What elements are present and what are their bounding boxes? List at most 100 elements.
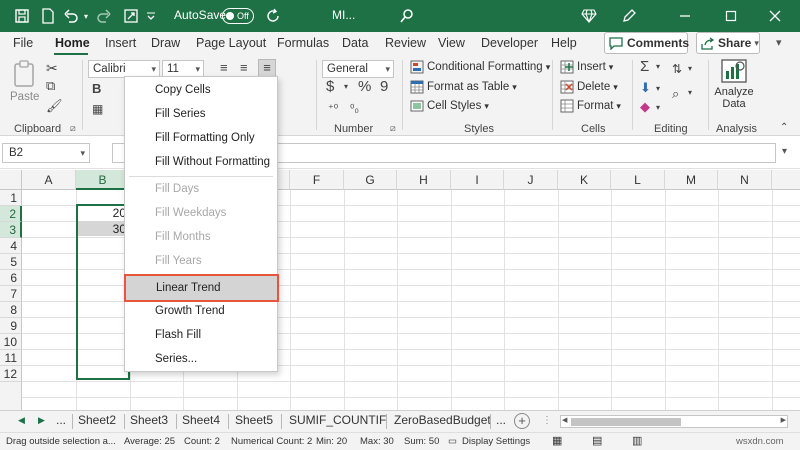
- insert-cells-button[interactable]: Insert ▾: [560, 60, 613, 74]
- find-select-icon[interactable]: ⌕: [672, 86, 679, 102]
- align-top-icon[interactable]: ≡: [220, 60, 228, 75]
- scroll-left-arrow-icon[interactable]: ◀: [562, 416, 567, 424]
- tab-page-layout[interactable]: Page Layout: [196, 36, 266, 50]
- paste-button[interactable]: Paste: [10, 60, 39, 103]
- tab-draw[interactable]: Draw: [151, 36, 180, 50]
- tab-formulas[interactable]: Formulas: [277, 36, 329, 50]
- row-header-5[interactable]: 5: [0, 254, 22, 270]
- align-middle-icon[interactable]: ≡: [240, 60, 248, 75]
- sheet-tab-sheet3[interactable]: Sheet3: [130, 413, 168, 427]
- document-title[interactable]: MI...: [332, 8, 355, 22]
- page-layout-view-icon[interactable]: ▤: [592, 434, 602, 447]
- column-header-i[interactable]: I: [451, 170, 504, 190]
- chevron-down-icon[interactable]: ▾: [688, 64, 692, 73]
- sheet-tab-sheet2[interactable]: Sheet2: [78, 413, 116, 427]
- search-icon[interactable]: [398, 6, 416, 26]
- sheet-tabs-more-right[interactable]: ...: [496, 413, 506, 427]
- autosave-toggle[interactable]: Off: [222, 8, 254, 24]
- tab-file[interactable]: File: [13, 36, 33, 50]
- display-settings-icon[interactable]: ▭: [448, 436, 457, 447]
- scroll-sheets-right-icon[interactable]: ▶: [38, 415, 45, 426]
- format-as-table-button[interactable]: Format as Table ▾: [410, 80, 517, 94]
- autosum-icon[interactable]: Σ: [640, 58, 649, 75]
- menu-item-flash-fill[interactable]: Flash Fill: [125, 323, 277, 347]
- scroll-right-arrow-icon[interactable]: ▶: [781, 416, 786, 424]
- close-icon[interactable]: [766, 6, 784, 26]
- column-header-n[interactable]: N: [718, 170, 772, 190]
- column-header-f[interactable]: F: [290, 170, 344, 190]
- currency-dropdown-icon[interactable]: ▾: [344, 82, 348, 91]
- column-header-l[interactable]: L: [611, 170, 665, 190]
- horizontal-scrollbar[interactable]: ◀ ▶: [560, 415, 788, 428]
- sheet-tab-sheet5[interactable]: Sheet5: [235, 413, 273, 427]
- share-dropdown-icon[interactable]: ▾: [754, 38, 759, 49]
- menu-item-growth-trend[interactable]: Growth Trend: [125, 299, 277, 323]
- row-header-11[interactable]: 11: [0, 350, 22, 366]
- new-document-icon[interactable]: [38, 6, 58, 26]
- menu-item-linear-trend[interactable]: Linear Trend: [124, 274, 279, 302]
- restore-icon[interactable]: [722, 6, 740, 26]
- chevron-down-icon[interactable]: ▾: [656, 84, 660, 93]
- expand-formula-bar-icon[interactable]: ▾: [782, 146, 787, 157]
- worksheet-grid[interactable]: A B C D E F G H I J K L M N 1 2 3 4 5 6 …: [0, 170, 800, 410]
- row-header-7[interactable]: 7: [0, 286, 22, 302]
- bold-button[interactable]: B: [92, 81, 101, 96]
- chevron-down-icon[interactable]: ▾: [656, 62, 660, 71]
- comma-style-button[interactable]: 9: [380, 78, 388, 95]
- sheet-tab-zerobasedbudget[interactable]: ZeroBasedBudget: [394, 413, 491, 427]
- display-settings-button[interactable]: Display Settings: [462, 436, 530, 447]
- status-min[interactable]: Min: 20: [316, 436, 347, 447]
- column-header-b[interactable]: B: [76, 170, 130, 190]
- column-header-m[interactable]: M: [665, 170, 718, 190]
- row-header-3[interactable]: 3: [0, 222, 22, 238]
- align-bottom-icon[interactable]: ≡: [258, 59, 276, 77]
- format-cells-button[interactable]: Format ▾: [560, 99, 621, 113]
- sheet-tab-sheet4[interactable]: Sheet4: [182, 413, 220, 427]
- name-box[interactable]: B2 ▾: [2, 143, 90, 163]
- menu-item-copy-cells[interactable]: Copy Cells: [125, 78, 277, 102]
- undo-icon[interactable]: [62, 6, 80, 26]
- comments-button[interactable]: Comments: [604, 32, 689, 54]
- percent-button[interactable]: %: [358, 78, 371, 95]
- status-count[interactable]: Count: 2: [184, 436, 220, 447]
- status-numerical-count[interactable]: Numerical Count: 2: [231, 436, 312, 447]
- scrollbar-thumb[interactable]: [571, 418, 681, 426]
- add-sheet-button[interactable]: +: [514, 413, 530, 429]
- number-launcher-icon[interactable]: ⧄: [390, 123, 396, 134]
- increase-decimal-icon[interactable]: ⁺⁰: [328, 102, 338, 115]
- row-header-1[interactable]: 1: [0, 190, 22, 206]
- tab-data[interactable]: Data: [342, 36, 368, 50]
- scroll-sheets-left-icon[interactable]: ◀: [18, 415, 25, 426]
- currency-button[interactable]: $: [326, 78, 334, 95]
- tab-split-handle-icon[interactable]: ⋮: [542, 415, 552, 426]
- column-header-a[interactable]: A: [22, 170, 76, 190]
- number-format-dropdown[interactable]: General ▾: [322, 60, 394, 78]
- clipboard-launcher-icon[interactable]: ⧄: [70, 123, 76, 134]
- minimize-icon[interactable]: [676, 6, 694, 26]
- tab-insert[interactable]: Insert: [105, 36, 136, 50]
- menu-item-fill-series[interactable]: Fill Series: [125, 102, 277, 126]
- status-max[interactable]: Max: 30: [360, 436, 394, 447]
- tab-review[interactable]: Review: [385, 36, 426, 50]
- tab-help[interactable]: Help: [551, 36, 577, 50]
- customize-toolbar-icon[interactable]: [144, 6, 158, 26]
- fill-icon[interactable]: ⬇: [640, 80, 651, 96]
- select-all-corner[interactable]: [0, 170, 22, 190]
- row-header-9[interactable]: 9: [0, 318, 22, 334]
- cut-icon[interactable]: ✂: [46, 60, 58, 77]
- row-header-12[interactable]: 12: [0, 366, 22, 382]
- row-header-2[interactable]: 2: [0, 206, 22, 222]
- status-sum[interactable]: Sum: 50: [404, 436, 439, 447]
- column-header-g[interactable]: G: [344, 170, 397, 190]
- normal-view-icon[interactable]: ▦: [552, 434, 562, 447]
- copy-icon[interactable]: ⧉: [46, 78, 55, 94]
- delete-cells-button[interactable]: Delete ▾: [560, 80, 618, 94]
- page-break-view-icon[interactable]: ▥: [632, 434, 642, 447]
- column-header-h[interactable]: H: [397, 170, 451, 190]
- save-icon[interactable]: [12, 6, 32, 26]
- tab-developer[interactable]: Developer: [481, 36, 538, 50]
- analyze-data-button[interactable]: Analyze Data: [714, 58, 754, 110]
- conditional-formatting-button[interactable]: Conditional Formatting ▾: [410, 60, 550, 74]
- menu-item-fill-formatting-only[interactable]: Fill Formatting Only: [125, 126, 277, 150]
- touch-mode-icon[interactable]: [122, 6, 140, 26]
